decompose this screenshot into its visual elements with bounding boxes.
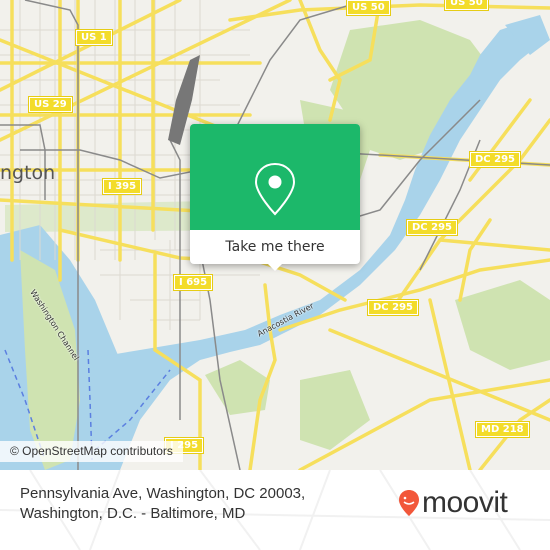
map-attribution[interactable]: © OpenStreetMap contributors	[0, 441, 183, 462]
route-shield-dc295-b: DC 295	[406, 219, 458, 236]
route-shield-i695: I 695	[172, 274, 214, 291]
route-shield-dc295-a: DC 295	[469, 151, 521, 168]
route-shield-dc295-c: DC 295	[367, 299, 419, 316]
popup-header	[190, 124, 360, 230]
route-shield-us1: US 1	[75, 29, 113, 46]
route-shield-us50-b: US 50	[444, 0, 489, 11]
brand-name: moovit	[422, 486, 508, 519]
take-me-there-button[interactable]: Take me there	[190, 230, 360, 264]
footer: Pennsylvania Ave, Washington, DC 20003, …	[0, 470, 550, 550]
address-line-1: Pennsylvania Ave, Washington, DC 20003,	[20, 485, 306, 502]
map-pin-icon	[254, 162, 296, 216]
moovit-pin-icon	[399, 490, 419, 516]
address: Pennsylvania Ave, Washington, DC 20003, …	[20, 484, 305, 524]
location-popup[interactable]: Take me there	[190, 124, 360, 271]
city-label: ngton	[0, 162, 56, 184]
route-shield-us29: US 29	[28, 96, 73, 113]
moovit-logo[interactable]: moovit	[398, 486, 508, 520]
route-shield-md218: MD 218	[475, 421, 530, 438]
map-view[interactable]: US 1 US 29 I 395 I 695 I 295 US 50 US 50…	[0, 0, 550, 470]
route-shield-i395: I 395	[101, 178, 143, 195]
route-shield-us50-a: US 50	[346, 0, 391, 16]
popup-pointer	[266, 262, 284, 271]
address-line-2: Washington, D.C. - Baltimore, MD	[20, 505, 246, 522]
